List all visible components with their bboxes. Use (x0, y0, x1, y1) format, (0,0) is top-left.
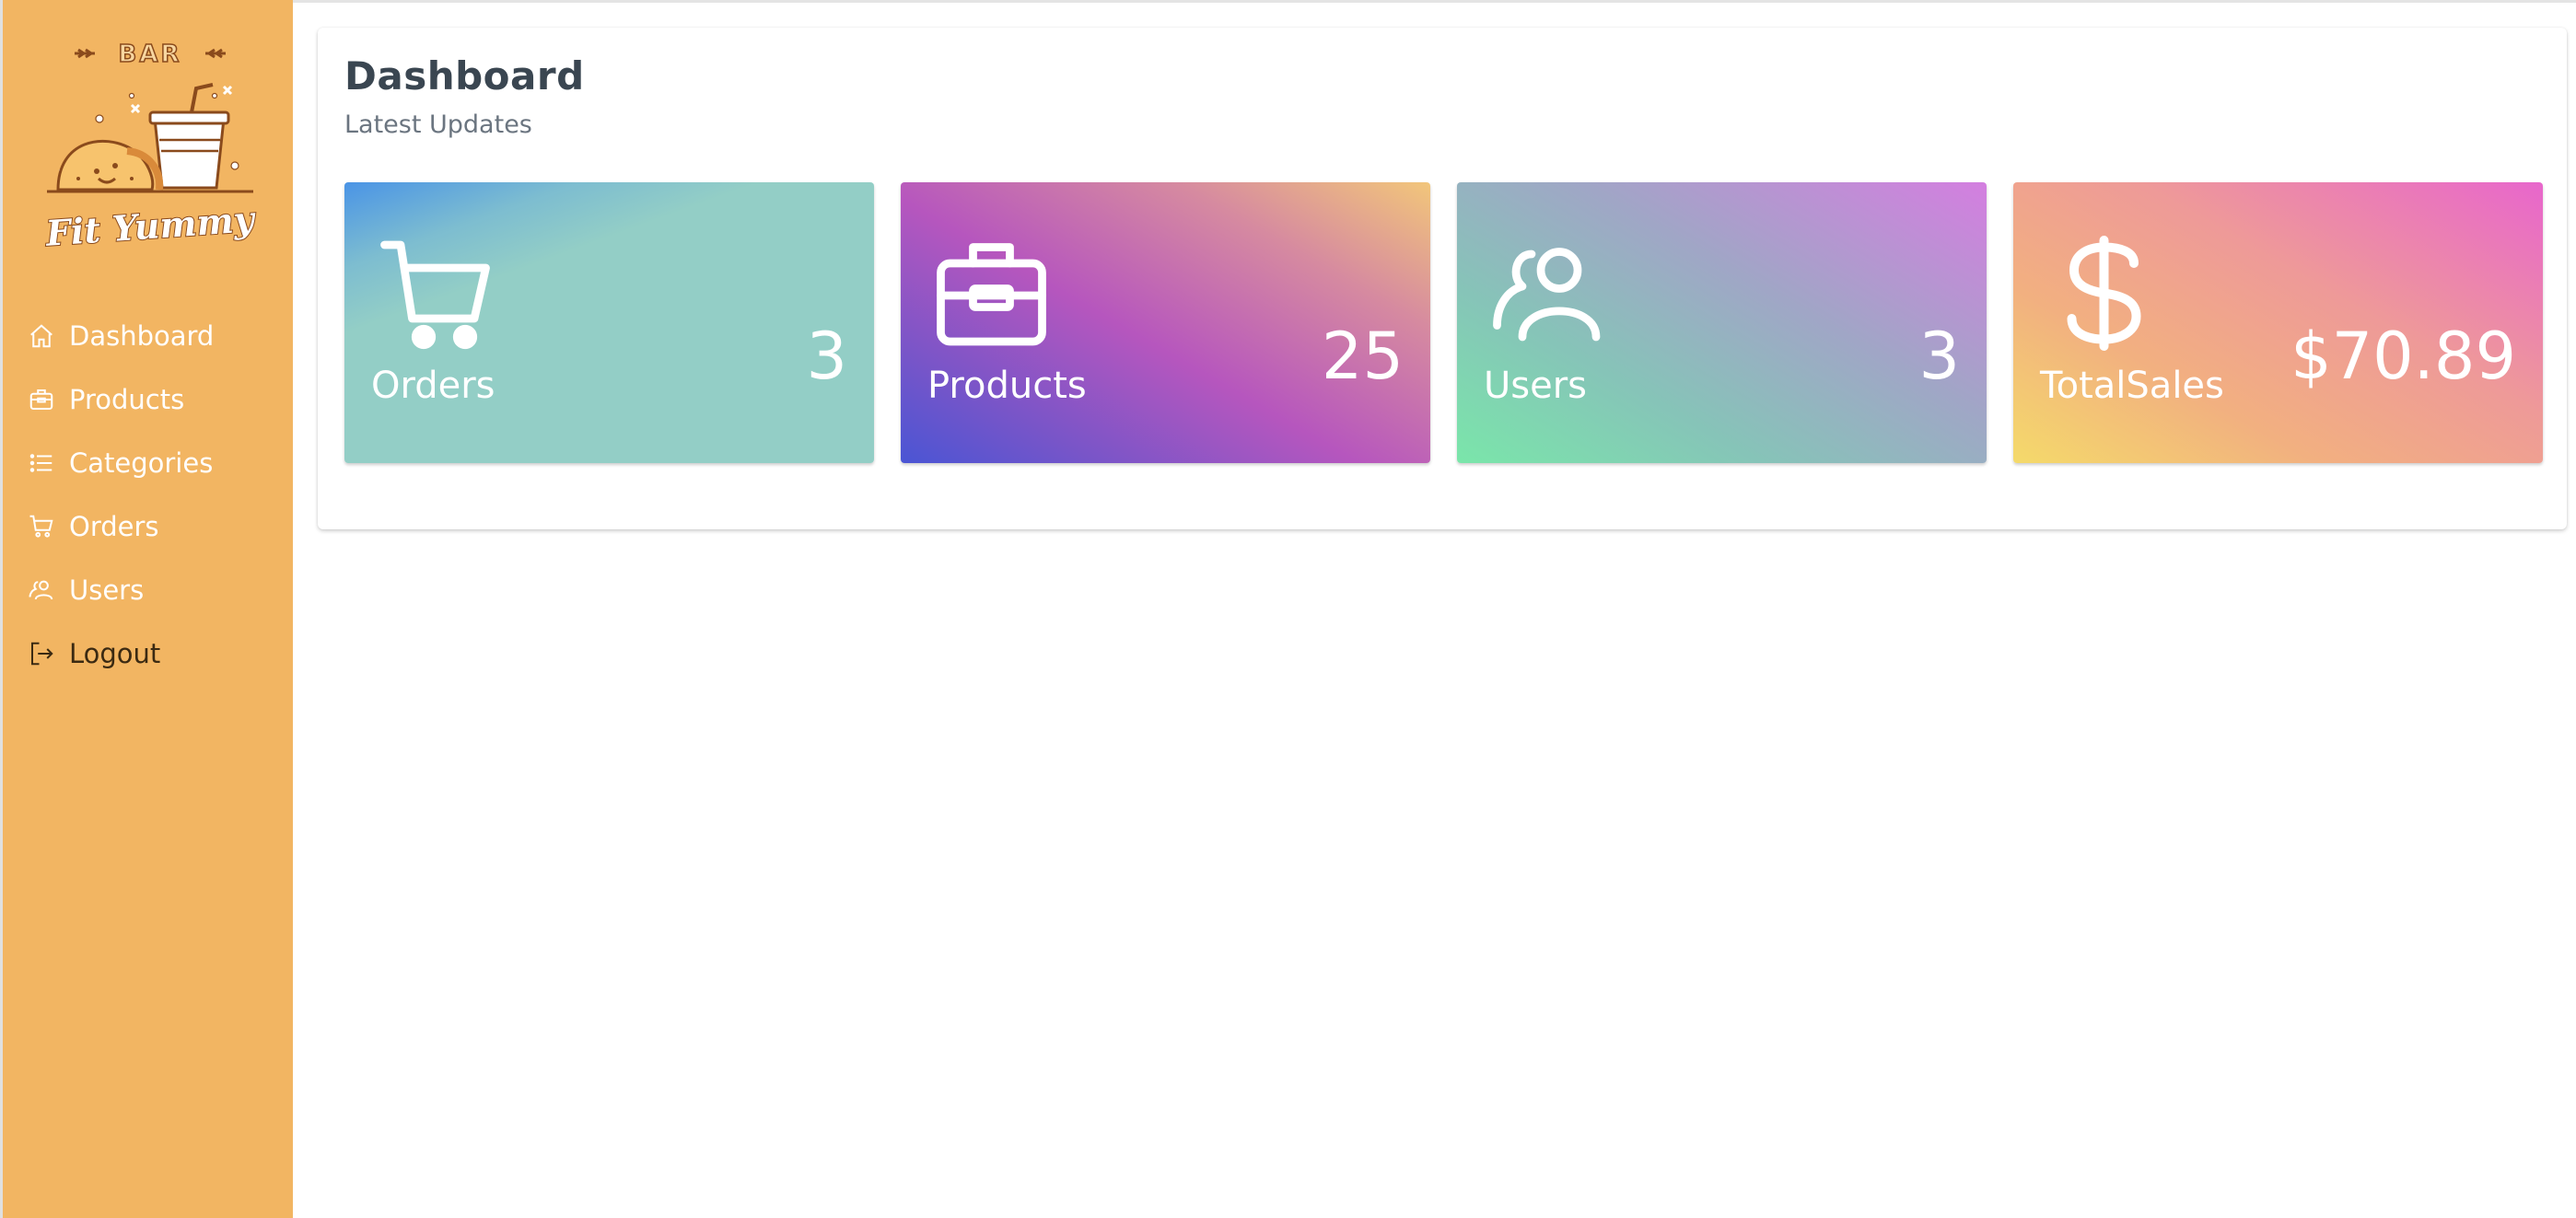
briefcase-icon (934, 236, 1049, 351)
home-icon (27, 321, 56, 351)
sidebar: BAR Fit Yummy Dashboard Products Categor… (0, 0, 293, 1218)
sidebar-item-label: Dashboard (69, 319, 215, 352)
stat-label: Products (927, 365, 1087, 407)
dollar-icon (2046, 236, 2162, 351)
page-subtitle: Latest Updates (344, 110, 532, 139)
sidebar-item-logout[interactable]: Logout (27, 621, 294, 685)
sidebar-item-label: Users (69, 574, 145, 606)
stat-label: TotalSales (2040, 365, 2224, 407)
sidebar-item-label: Logout (69, 637, 161, 669)
sidebar-item-dashboard[interactable]: Dashboard (27, 304, 294, 367)
stat-card-totalsales[interactable]: TotalSales $70.89 (2013, 182, 2543, 463)
stat-value: 3 (806, 319, 847, 394)
stat-label: Users (1484, 365, 1588, 407)
app-window: BAR Fit Yummy Dashboard Products Categor… (0, 0, 2576, 1218)
stat-card-users[interactable]: Users 3 (1457, 182, 1987, 463)
svg-text:Fit Yummy: Fit Yummy (43, 198, 258, 254)
stat-label: Orders (371, 365, 495, 407)
sidebar-item-categories[interactable]: Categories (27, 431, 294, 494)
stat-card-orders[interactable]: Orders 3 (344, 182, 874, 463)
sidebar-item-products[interactable]: Products (27, 367, 294, 431)
sidebar-item-orders[interactable]: Orders (27, 494, 294, 558)
page-title: Dashboard (344, 53, 585, 99)
list-icon (27, 448, 56, 478)
brand-logo[interactable]: BAR Fit Yummy (40, 31, 261, 261)
logout-icon (27, 639, 56, 668)
briefcase-icon (27, 385, 56, 414)
sidebar-nav: Dashboard Products Categories Orders Use… (27, 304, 294, 685)
sidebar-item-label: Orders (69, 510, 159, 542)
cart-icon (27, 512, 56, 541)
sidebar-item-users[interactable]: Users (27, 558, 294, 621)
top-divider (293, 0, 2576, 3)
taco-and-drink-logo-icon: BAR Fit Yummy (42, 40, 259, 255)
sidebar-item-label: Categories (69, 447, 214, 479)
stat-card-products[interactable]: Products 25 (901, 182, 1430, 463)
cart-icon (378, 236, 493, 351)
sidebar-item-label: Products (69, 383, 185, 415)
users-icon (1490, 236, 1605, 351)
stat-value: 3 (1918, 319, 1960, 394)
svg-text:BAR: BAR (119, 41, 182, 68)
stat-value: $70.89 (2290, 319, 2516, 394)
stat-value: 25 (1321, 319, 1404, 394)
users-icon (27, 575, 56, 605)
dashboard-panel: Dashboard Latest Updates Orders 3 Produc… (318, 28, 2567, 529)
